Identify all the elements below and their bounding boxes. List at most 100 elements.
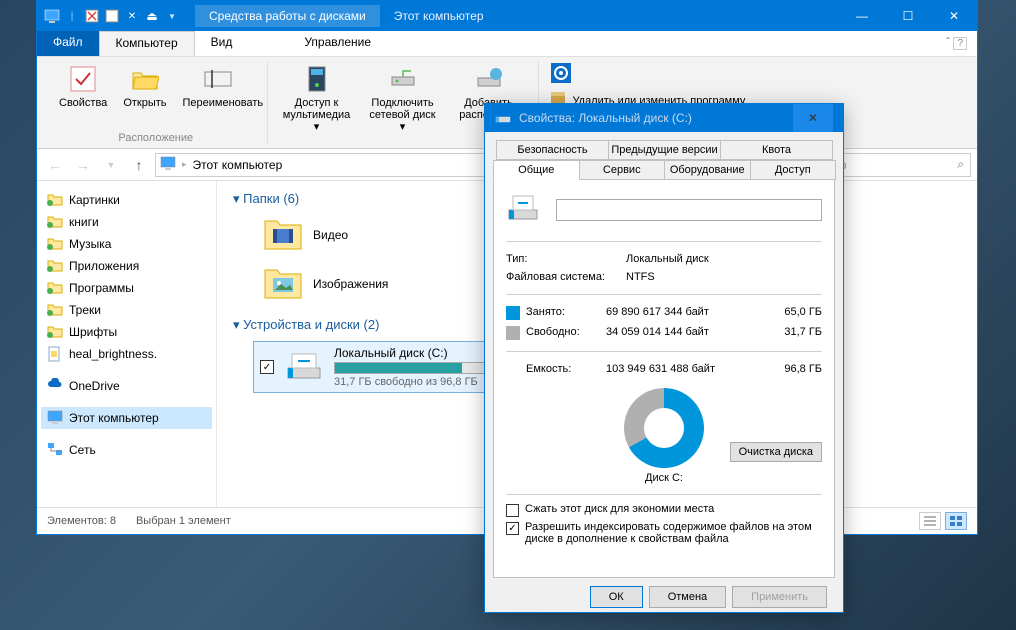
- dropdown-quick-icon[interactable]: ▼: [163, 7, 181, 25]
- close-button[interactable]: ✕: [931, 1, 977, 31]
- sidebar-item-this-pc[interactable]: Этот компьютер: [41, 407, 212, 429]
- usage-pie-chart: [624, 388, 704, 468]
- media-access-button[interactable]: Доступ к мультимедиа ▾: [278, 61, 356, 135]
- tab-view[interactable]: Вид: [195, 31, 249, 56]
- tab-panel-general: Тип:Локальный диск Файловая система:NTFS…: [493, 180, 835, 578]
- chevron-right-icon[interactable]: ▸: [182, 159, 187, 170]
- free-label: Свободно:: [526, 326, 606, 340]
- sidebar-item-pictures[interactable]: Картинки: [41, 189, 212, 211]
- apply-button[interactable]: Применить: [732, 586, 827, 608]
- cloud-icon: [47, 378, 63, 394]
- up-button[interactable]: ↑: [127, 153, 151, 177]
- tab-prev-versions[interactable]: Предыдущие версии: [608, 140, 721, 160]
- tab-general[interactable]: Общие: [493, 160, 580, 180]
- tab-tools[interactable]: Сервис: [579, 160, 666, 180]
- free-legend-icon: [506, 326, 520, 340]
- video-folder-icon: [263, 215, 303, 254]
- used-label: Занято:: [526, 306, 606, 320]
- drive-large-icon: [506, 192, 540, 227]
- map-drive-button[interactable]: Подключить сетевой диск ▾: [364, 61, 442, 135]
- recent-dropdown[interactable]: ▼: [99, 153, 123, 177]
- index-checkbox[interactable]: ✓: [506, 522, 519, 535]
- fs-value: NTFS: [626, 271, 822, 283]
- used-bytes: 69 890 617 344 байт: [606, 306, 767, 320]
- pie-label: Диск C:: [506, 472, 822, 484]
- ribbon-collapse-icon[interactable]: ˆ ?: [936, 31, 977, 56]
- minimize-button[interactable]: —: [839, 1, 885, 31]
- tab-hardware[interactable]: Оборудование: [664, 160, 751, 180]
- sidebar-item-file[interactable]: heal_brightness.: [41, 343, 212, 365]
- compress-checkbox-row[interactable]: Сжать этот диск для экономии места: [506, 503, 822, 517]
- sidebar: Картинки книги Музыка Приложения Програм…: [37, 181, 217, 507]
- properties-quick-icon[interactable]: [83, 7, 101, 25]
- monitor-icon[interactable]: [43, 7, 61, 25]
- capacity-label: Емкость:: [526, 363, 606, 375]
- fs-label: Файловая система:: [506, 271, 626, 283]
- pc-icon: [47, 410, 63, 426]
- tiles-view-button[interactable]: [945, 512, 967, 530]
- eject-icon[interactable]: ⏏: [143, 7, 161, 25]
- titlebar[interactable]: | ✕ ⏏ ▼ Средства работы с дисками Этот к…: [37, 1, 977, 31]
- properties-button[interactable]: Свойства: [55, 61, 111, 132]
- drive-checkbox[interactable]: ✓: [260, 360, 274, 374]
- details-view-button[interactable]: [919, 512, 941, 530]
- drive-icon: [284, 348, 324, 387]
- tab-file[interactable]: Файл: [37, 31, 99, 56]
- drive-name-input[interactable]: [556, 199, 822, 221]
- folder-icon: [47, 192, 63, 208]
- dialog-close-button[interactable]: ✕: [793, 104, 833, 132]
- index-checkbox-row[interactable]: ✓Разрешить индексировать содержимое файл…: [506, 521, 822, 545]
- tab-sharing[interactable]: Доступ: [750, 160, 837, 180]
- cancel-button[interactable]: Отмена: [649, 586, 726, 608]
- folder-icon: [47, 258, 63, 274]
- address-text: Этот компьютер: [193, 158, 283, 172]
- ok-button[interactable]: ОК: [590, 586, 643, 608]
- dialog-buttons: ОК Отмена Применить: [493, 578, 835, 616]
- search-icon[interactable]: ⌕: [957, 157, 964, 172]
- maximize-button[interactable]: ☐: [885, 1, 931, 31]
- properties-dialog: Свойства: Локальный диск (C:) ✕ Безопасн…: [484, 103, 844, 613]
- close-quick-icon[interactable]: ✕: [123, 7, 141, 25]
- settings-button[interactable]: [549, 61, 573, 88]
- sidebar-item-programs[interactable]: Программы: [41, 277, 212, 299]
- tab-computer[interactable]: Компьютер: [99, 31, 195, 56]
- type-label: Тип:: [506, 253, 626, 265]
- folder-icon: [47, 214, 63, 230]
- images-folder-icon: [263, 264, 303, 303]
- tab-security[interactable]: Безопасность: [496, 140, 609, 160]
- gear-icon: [549, 61, 573, 88]
- tab-quota[interactable]: Квота: [720, 140, 833, 160]
- folder-icon: [47, 236, 63, 252]
- network-drive-icon: [387, 63, 419, 95]
- folder-icon: [47, 324, 63, 340]
- window-title: Этот компьютер: [394, 9, 484, 23]
- disk-cleanup-button[interactable]: Очистка диска: [730, 442, 822, 462]
- compress-checkbox[interactable]: [506, 504, 519, 517]
- sidebar-item-onedrive[interactable]: OneDrive: [41, 375, 212, 397]
- ribbon-context-label[interactable]: Средства работы с дисками: [195, 5, 380, 27]
- folder-icon: [47, 302, 63, 318]
- dialog-title: Свойства: Локальный диск (C:): [519, 111, 692, 125]
- sidebar-item-apps[interactable]: Приложения: [41, 255, 212, 277]
- rename-button[interactable]: Переименовать: [179, 61, 257, 132]
- folder-open-icon: [129, 63, 161, 95]
- server-icon: [301, 63, 333, 95]
- forward-button[interactable]: →: [71, 153, 95, 177]
- rename-icon: [202, 63, 234, 95]
- sidebar-item-books[interactable]: книги: [41, 211, 212, 233]
- folder-icon: [47, 280, 63, 296]
- sidebar-item-network[interactable]: Сеть: [41, 439, 212, 461]
- tab-manage[interactable]: Управление: [288, 31, 387, 56]
- network-icon: [47, 442, 63, 458]
- back-button[interactable]: ←: [43, 153, 67, 177]
- sidebar-item-fonts[interactable]: Шрифты: [41, 321, 212, 343]
- pc-icon: [160, 156, 176, 173]
- checkbox-quick-icon[interactable]: [103, 7, 121, 25]
- open-button[interactable]: Открыть: [119, 61, 170, 132]
- sidebar-item-tracks[interactable]: Треки: [41, 299, 212, 321]
- type-value: Локальный диск: [626, 253, 822, 265]
- sidebar-item-music[interactable]: Музыка: [41, 233, 212, 255]
- file-icon: [47, 346, 63, 362]
- capacity-bytes: 103 949 631 488 байт: [606, 363, 767, 375]
- dialog-titlebar[interactable]: Свойства: Локальный диск (C:) ✕: [485, 104, 843, 132]
